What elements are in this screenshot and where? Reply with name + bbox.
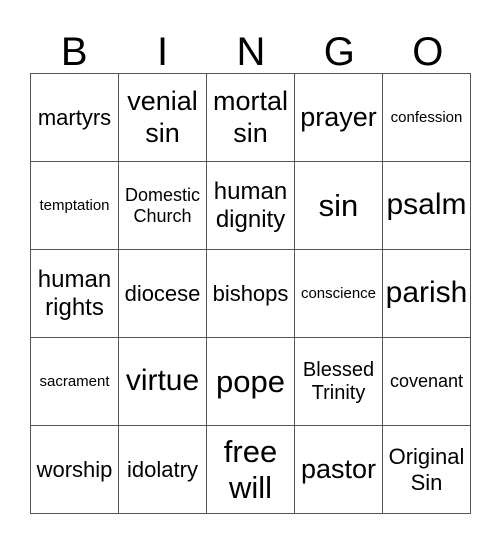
bingo-cell[interactable]: human rights bbox=[30, 249, 119, 338]
bingo-cell[interactable]: temptation bbox=[30, 161, 119, 250]
header-letter-b: B bbox=[60, 30, 88, 74]
bingo-cell[interactable]: parish bbox=[382, 249, 471, 338]
bingo-row: sacrament virtue pope Blessed Trinity covena… bbox=[30, 337, 471, 426]
bingo-cell[interactable]: virtue bbox=[118, 337, 207, 426]
bingo-cell[interactable]: diocese bbox=[118, 249, 207, 338]
bingo-cell[interactable]: pastor bbox=[294, 425, 383, 514]
bingo-cell[interactable]: human dignity bbox=[206, 161, 295, 250]
bingo-cell[interactable]: bishops bbox=[206, 249, 295, 338]
bingo-cell[interactable]: mortal sin bbox=[206, 73, 295, 162]
bingo-cell[interactable]: pope bbox=[206, 337, 295, 426]
bingo-cell[interactable]: Blessed Trinity bbox=[294, 337, 383, 426]
bingo-cell[interactable]: confession bbox=[382, 73, 471, 162]
bingo-cell[interactable]: sacrament bbox=[30, 337, 119, 426]
bingo-cell[interactable]: martyrs bbox=[30, 73, 119, 162]
bingo-cell[interactable]: Original Sin bbox=[382, 425, 471, 514]
bingo-cell[interactable]: prayer bbox=[294, 73, 383, 162]
bingo-cell[interactable]: sin bbox=[294, 161, 383, 250]
bingo-cell[interactable]: conscience bbox=[294, 249, 383, 338]
bingo-cell[interactable]: free will bbox=[206, 425, 295, 514]
bingo-cell[interactable]: Domestic Church bbox=[118, 161, 207, 250]
header-letter-g: G bbox=[323, 30, 355, 74]
header-letter-n: N bbox=[236, 30, 266, 74]
bingo-row: human rights diocese bishops conscience pari… bbox=[30, 249, 471, 338]
bingo-row: martyrs venial sin mortal sin prayer confess… bbox=[30, 73, 471, 162]
bingo-cell[interactable]: venial sin bbox=[118, 73, 207, 162]
bingo-row: temptation Domestic Church human dignity si… bbox=[30, 161, 471, 250]
header-letter-o: O bbox=[412, 30, 444, 74]
bingo-cell[interactable]: psalm bbox=[382, 161, 471, 250]
bingo-card: martyrs venial sin mortal sin prayer confess… bbox=[30, 73, 471, 514]
bingo-header: B I N G O bbox=[30, 30, 472, 74]
bingo-row: worship idolatry free will pastor Original S… bbox=[30, 425, 471, 514]
bingo-cell[interactable]: idolatry bbox=[118, 425, 207, 514]
bingo-cell[interactable]: worship bbox=[30, 425, 119, 514]
header-letter-i: I bbox=[157, 30, 169, 74]
bingo-cell[interactable]: covenant bbox=[382, 337, 471, 426]
